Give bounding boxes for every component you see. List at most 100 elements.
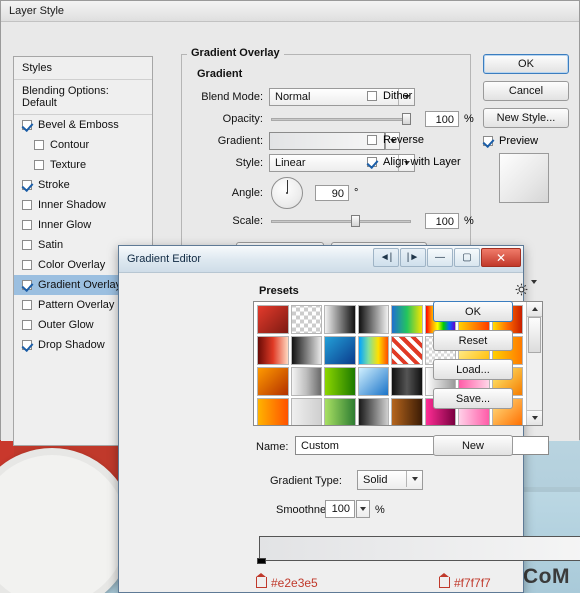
preset-swatch[interactable] bbox=[257, 336, 289, 365]
angle-unit: ° bbox=[354, 187, 359, 199]
preview-row[interactable]: Preview bbox=[483, 135, 569, 147]
angle-dial[interactable] bbox=[271, 177, 303, 209]
preset-swatch[interactable] bbox=[357, 367, 389, 396]
maximize-icon[interactable]: ▢ bbox=[454, 248, 480, 267]
minimize-icon[interactable]: — bbox=[427, 248, 453, 267]
style-row-inner-glow[interactable]: Inner Glow bbox=[14, 215, 152, 235]
gradient-type-select[interactable]: Solid bbox=[357, 470, 423, 490]
preset-swatch[interactable] bbox=[290, 305, 322, 334]
preview-label: Preview bbox=[499, 135, 539, 147]
opacity-value[interactable]: 100 bbox=[425, 111, 459, 127]
checkbox-satin[interactable] bbox=[22, 240, 32, 250]
checkbox-inner-shadow[interactable] bbox=[22, 200, 32, 210]
presets-menu-button[interactable] bbox=[515, 279, 537, 296]
style-row-bevel-emboss[interactable]: Bevel & Emboss bbox=[14, 115, 152, 135]
preset-swatch[interactable] bbox=[357, 336, 389, 365]
checkbox-outer-glow[interactable] bbox=[22, 320, 32, 330]
gradient-type-value: Solid bbox=[363, 474, 388, 486]
ge-ok-button[interactable]: OK bbox=[433, 301, 513, 322]
opacity-row: Opacity: 100 % bbox=[191, 111, 474, 127]
checkbox-texture[interactable] bbox=[34, 160, 44, 170]
preset-swatch[interactable] bbox=[290, 398, 322, 425]
ge-load-button[interactable]: Load... bbox=[433, 359, 513, 380]
ge-reset-button[interactable]: Reset bbox=[433, 330, 513, 351]
cancel-button[interactable]: Cancel bbox=[483, 81, 569, 101]
preview-thumbnail bbox=[499, 153, 549, 203]
style-row-stroke[interactable]: Stroke bbox=[14, 175, 152, 195]
preset-swatch[interactable] bbox=[391, 367, 423, 396]
preset-swatch[interactable] bbox=[324, 305, 356, 334]
preset-swatch[interactable] bbox=[324, 336, 356, 365]
gradient-section-title: Gradient bbox=[197, 68, 243, 80]
checkbox-color-overlay[interactable] bbox=[22, 260, 32, 270]
presets-scrollbar[interactable] bbox=[526, 302, 542, 425]
style-row-inner-shadow[interactable]: Inner Shadow bbox=[14, 195, 152, 215]
scroll-down-icon[interactable] bbox=[527, 410, 542, 425]
color-stop-icon bbox=[256, 573, 267, 588]
blend-mode-value: Normal bbox=[275, 91, 311, 103]
preset-swatch[interactable] bbox=[290, 367, 322, 396]
style-row-contour[interactable]: Contour bbox=[14, 135, 152, 155]
preset-swatch[interactable] bbox=[357, 305, 389, 334]
blending-options-row[interactable]: Blending Options: Default bbox=[14, 80, 152, 115]
smoothness-value[interactable]: 100 bbox=[325, 500, 355, 518]
preset-swatch[interactable] bbox=[357, 398, 389, 425]
chevron-down-icon[interactable] bbox=[406, 471, 422, 487]
reverse-row[interactable]: Reverse bbox=[367, 134, 424, 146]
screen-root: 思缘设计论坛 思缘设计论坛 www.missyuan.com UiBQ.CoM … bbox=[0, 0, 580, 593]
opacity-slider[interactable] bbox=[271, 112, 411, 126]
checkbox-align-with-layer[interactable] bbox=[367, 157, 377, 167]
checkbox-dither[interactable] bbox=[367, 91, 377, 101]
checkbox-inner-glow[interactable] bbox=[22, 220, 32, 230]
next-icon[interactable]: |► bbox=[400, 248, 426, 267]
scrollbar-thumb[interactable] bbox=[528, 317, 541, 353]
checkbox-stroke[interactable] bbox=[22, 180, 32, 190]
blend-mode-label: Blend Mode: bbox=[201, 91, 263, 103]
ge-save-button[interactable]: Save... bbox=[433, 388, 513, 409]
preset-swatch[interactable] bbox=[324, 398, 356, 425]
dither-row[interactable]: Dither bbox=[367, 90, 412, 102]
checkbox-drop-shadow[interactable] bbox=[22, 340, 32, 350]
right-hex-value: #f7f7f7 bbox=[454, 576, 491, 590]
scale-value[interactable]: 100 bbox=[425, 213, 459, 229]
style-label: Stroke bbox=[38, 179, 70, 191]
left-color-hex: #e2e3e5 bbox=[256, 573, 318, 590]
checkbox-pattern-overlay[interactable] bbox=[22, 300, 32, 310]
checkbox-reverse[interactable] bbox=[367, 135, 377, 145]
gradient-editor-title: Gradient Editor bbox=[127, 253, 201, 265]
preset-swatch[interactable] bbox=[324, 367, 356, 396]
scale-unit: % bbox=[464, 215, 474, 227]
gear-icon bbox=[515, 283, 528, 296]
preset-swatch[interactable] bbox=[391, 305, 423, 334]
preset-swatch[interactable] bbox=[391, 398, 423, 425]
style-label: Outer Glow bbox=[38, 319, 94, 331]
prev-icon[interactable]: ◄| bbox=[373, 248, 399, 267]
checkbox-gradient-overlay[interactable] bbox=[22, 280, 32, 290]
gradient-editor-body: Presets OK Reset Load... Save... Name: C… bbox=[119, 273, 580, 593]
new-style-button[interactable]: New Style... bbox=[483, 108, 569, 128]
preset-swatch[interactable] bbox=[257, 305, 289, 334]
style-label: Pattern Overlay bbox=[38, 299, 115, 311]
preset-swatch[interactable] bbox=[391, 336, 423, 365]
checkbox-contour[interactable] bbox=[34, 140, 44, 150]
checkbox-bevel-emboss[interactable] bbox=[22, 120, 32, 130]
close-icon[interactable]: ✕ bbox=[481, 248, 521, 267]
opacity-unit: % bbox=[464, 113, 474, 125]
gradient-strip[interactable] bbox=[259, 536, 580, 561]
new-button[interactable]: New bbox=[433, 435, 513, 456]
scale-slider[interactable] bbox=[271, 214, 411, 228]
smoothness-dropdown-icon[interactable] bbox=[356, 500, 370, 518]
preset-swatch[interactable] bbox=[290, 336, 322, 365]
gradient-stop-left[interactable] bbox=[257, 554, 268, 565]
preset-swatch[interactable] bbox=[257, 398, 289, 425]
align-row[interactable]: Align with Layer bbox=[367, 156, 461, 168]
checkbox-preview[interactable] bbox=[483, 136, 493, 146]
gradient-editor-titlebar[interactable]: Gradient Editor ◄| |► — ▢ ✕ bbox=[119, 246, 523, 273]
window-buttons: ◄| |► — ▢ ✕ bbox=[372, 248, 521, 267]
ok-button[interactable]: OK bbox=[483, 54, 569, 74]
angle-value[interactable]: 90 bbox=[315, 185, 349, 201]
scroll-up-icon[interactable] bbox=[527, 302, 542, 317]
style-row-texture[interactable]: Texture bbox=[14, 155, 152, 175]
style-label: Inner Shadow bbox=[38, 199, 106, 211]
preset-swatch[interactable] bbox=[257, 367, 289, 396]
